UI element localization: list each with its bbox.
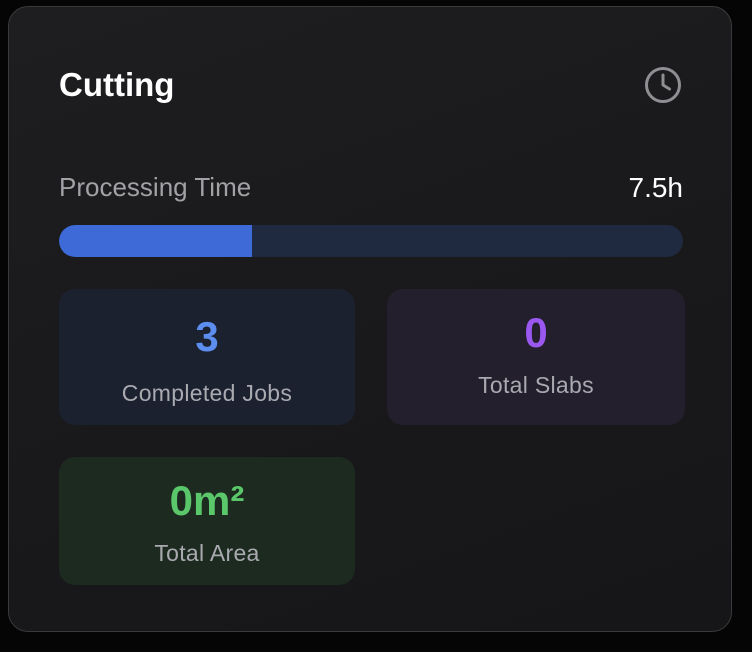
clock-icon[interactable]	[643, 65, 683, 105]
completed-jobs-value: 3	[195, 313, 219, 360]
total-slabs-label: Total Slabs	[478, 372, 594, 398]
completed-jobs-tile: 3 Completed Jobs	[59, 289, 355, 425]
total-area-tile: 0m² Total Area	[59, 457, 355, 585]
card-title: Cutting	[59, 66, 175, 103]
cutting-card: Cutting Processing Time 7.5h 3 Completed…	[8, 6, 732, 632]
processing-time-value: 7.5h	[628, 172, 684, 203]
processing-progress-bar	[59, 225, 683, 257]
completed-jobs-label: Completed Jobs	[121, 380, 293, 406]
total-slabs-value: 0	[524, 309, 548, 356]
total-area-label: Total Area	[154, 540, 260, 566]
total-slabs-tile: 0 Total Slabs	[387, 289, 685, 425]
processing-progress-fill	[59, 225, 253, 257]
total-area-value: 0m²	[169, 477, 245, 524]
processing-time-label: Processing Time	[59, 172, 252, 202]
